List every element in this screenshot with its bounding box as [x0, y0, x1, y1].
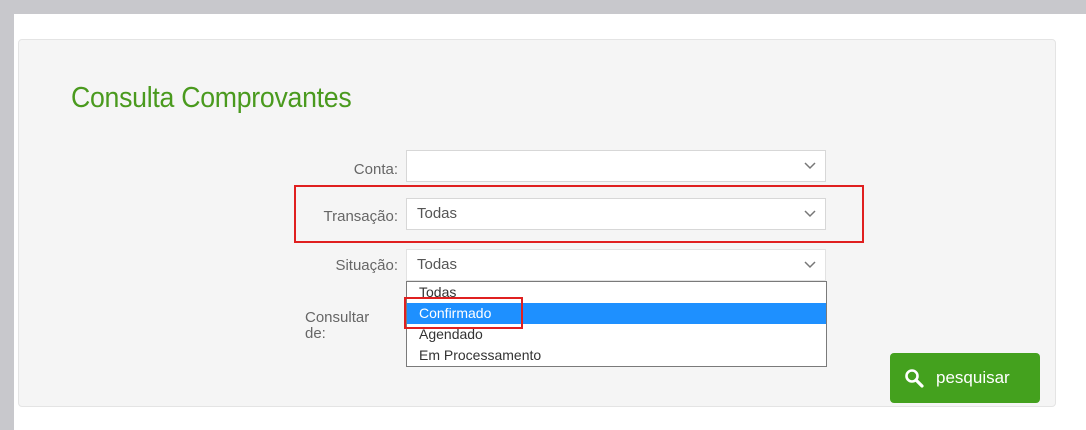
conta-select[interactable]	[406, 150, 826, 182]
search-icon	[905, 369, 924, 388]
search-button[interactable]: pesquisar	[890, 353, 1040, 403]
transacao-highlight-box	[294, 185, 864, 243]
consultar-label-line2: de:	[305, 325, 326, 342]
consultar-de-label: Consultar de:	[305, 310, 369, 342]
search-button-label: pesquisar	[936, 368, 1010, 387]
situacao-select[interactable]: Todas	[406, 249, 826, 281]
dropdown-option-em-processamento[interactable]: Em Processamento	[407, 345, 826, 366]
confirmado-highlight-box	[404, 297, 523, 329]
situacao-label: Situação:	[335, 257, 398, 274]
consultar-label-line1: Consultar	[305, 309, 370, 326]
page-title: Consulta Comprovantes	[71, 82, 352, 114]
conta-label: Conta:	[353, 161, 398, 178]
chevron-down-icon	[804, 162, 816, 170]
conta-value-redacted	[415, 158, 533, 176]
situacao-value: Todas	[417, 256, 458, 273]
chevron-down-icon	[804, 261, 816, 269]
